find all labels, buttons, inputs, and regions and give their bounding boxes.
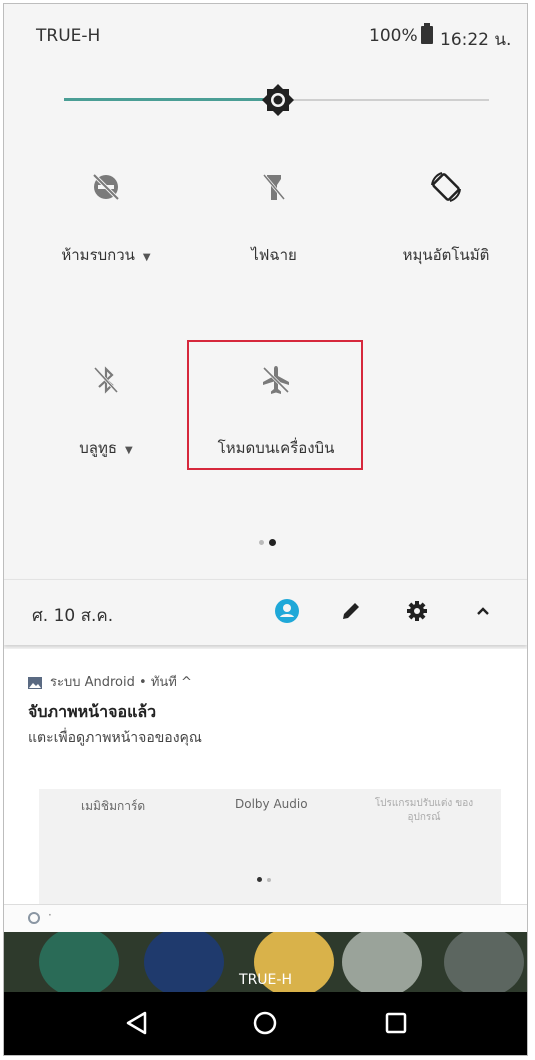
page-indicator	[259, 532, 289, 546]
date-label: ศ. 10 ส.ค.	[32, 606, 114, 626]
notification-time: ทันที	[150, 675, 177, 690]
home-carrier-label: TRUE-H	[239, 972, 292, 988]
carrier-name: TRUE-H	[36, 26, 101, 46]
do-not-disturb-off-icon	[92, 173, 120, 201]
brightness-track-filled	[64, 98, 279, 101]
status-bar: TRUE-H 100% 16:22 น.	[4, 4, 527, 64]
date-row: ศ. 10 ส.ค.	[4, 579, 527, 645]
brightness-thumb-icon[interactable]	[260, 82, 296, 118]
clock: 16:22 น.	[440, 30, 512, 50]
battery-percent: 100%	[369, 26, 418, 46]
notification-title: จับภาพหน้าจอแล้ว	[28, 702, 157, 721]
notification-app: ระบบ Android	[50, 675, 135, 690]
image-icon	[28, 676, 42, 689]
tile-label: หมุนอัตโนมัติ	[402, 246, 490, 264]
notification-body: แตะเพื่อดูภาพหน้าจอของคุณ	[28, 730, 202, 746]
flashlight-off-icon	[262, 174, 286, 200]
tile-label: บลูทูธ	[79, 439, 118, 457]
preview-item: โปรแกรมปรับแต่ง ของอุปกรณ์	[374, 798, 474, 823]
tile-flashlight[interactable]: ไฟฉาย	[194, 169, 354, 267]
brightness-track	[279, 99, 489, 101]
home-icon[interactable]	[248, 1006, 282, 1040]
edit-pencil-icon[interactable]	[338, 598, 364, 624]
settings-gear-icon[interactable]	[404, 598, 430, 624]
screenshot-preview[interactable]: เมมิชิมการ์ด Dolby Audio โปรแกรมปรับแต่ง…	[39, 789, 501, 904]
collapse-chevron-up-icon[interactable]	[470, 598, 496, 624]
notification-header: ระบบ Android • ทันที ^	[28, 671, 192, 692]
more-notifications-strip[interactable]: ·	[4, 904, 527, 933]
auto-rotate-icon	[431, 172, 461, 202]
chevron-down-icon[interactable]: ▼	[143, 252, 151, 263]
tile-auto-rotate[interactable]: หมุนอัตโนมัติ	[366, 169, 526, 267]
tile-bluetooth[interactable]: บลูทูธ ▼	[26, 362, 186, 460]
preview-item: เมมิชิมการ์ด	[81, 799, 146, 813]
account-icon[interactable]	[274, 598, 300, 624]
expand-chevron-icon[interactable]: ^	[181, 675, 192, 690]
bluetooth-off-icon	[93, 366, 119, 394]
sync-icon	[28, 912, 40, 924]
tile-do-not-disturb[interactable]: ห้ามรบกวน ▼	[26, 169, 186, 267]
recents-icon[interactable]	[379, 1006, 413, 1040]
chevron-down-icon[interactable]: ▼	[125, 445, 133, 456]
preview-item: Dolby Audio	[235, 797, 308, 811]
page-dot-active	[269, 539, 276, 546]
home-screen-peek: TRUE-H	[4, 932, 527, 992]
navigation-bar	[4, 992, 527, 1055]
notification-card[interactable]: ระบบ Android • ทันที ^ จับภาพหน้าจอแล้ว …	[4, 649, 527, 904]
page-dot	[259, 540, 264, 545]
battery-icon	[421, 23, 433, 44]
preview-page-indicator	[257, 869, 276, 888]
tile-label: ไฟฉาย	[251, 246, 297, 264]
back-icon[interactable]	[120, 1006, 154, 1040]
tile-label: ห้ามรบกวน	[61, 246, 135, 264]
highlight-box	[187, 340, 363, 470]
notification-shade: TRUE-H 100% 16:22 น. ห้ามรบกวน ▼ ไฟฉาย ห…	[3, 3, 528, 1056]
